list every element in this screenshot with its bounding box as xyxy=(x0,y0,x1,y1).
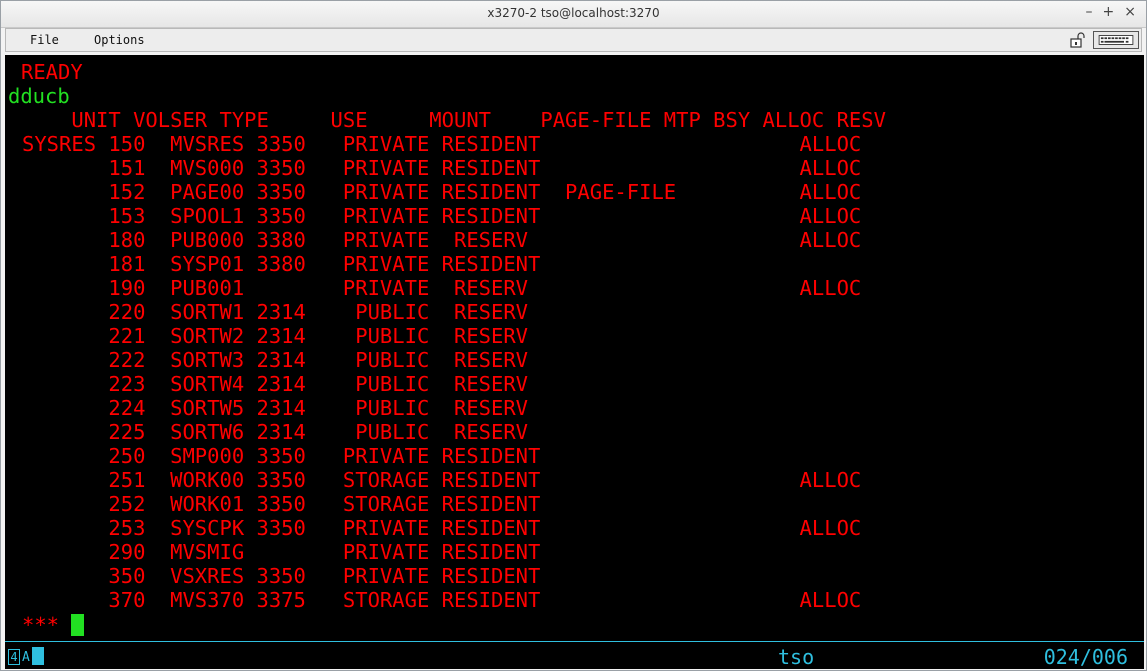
maximize-button[interactable]: + xyxy=(1103,4,1115,20)
terminal-window: x3270-2 tso@localhost:3270 – + × File Op… xyxy=(0,0,1147,671)
text-cursor xyxy=(71,614,85,636)
terminal-screen[interactable]: READY dducb UNIT VOLSER TYPE USE MOUNT P… xyxy=(5,55,1144,669)
connection-indicator: 4 xyxy=(8,649,20,665)
insert-block-icon xyxy=(31,647,44,665)
table-row: 223 SORTW4 2314 PUBLIC RESERV xyxy=(22,372,529,396)
operator-info-area: 4 A tso 024/006 xyxy=(5,644,1144,669)
table-row: 225 SORTW6 2314 PUBLIC RESERV xyxy=(22,420,529,444)
close-button[interactable]: × xyxy=(1124,4,1136,20)
table-row: 224 SORTW5 2314 PUBLIC RESERV xyxy=(22,396,529,420)
table-row: SYSRES 150 MVSRES 3350 PRIVATE RESIDENT … xyxy=(22,132,862,156)
table-row: 190 PUB001 PRIVATE RESERV ALLOC xyxy=(22,276,862,300)
table-row: 222 SORTW3 2314 PUBLIC RESERV xyxy=(22,348,529,372)
status-line: READY xyxy=(21,60,83,84)
menu-file[interactable]: File xyxy=(30,33,59,47)
title-bar[interactable]: x3270-2 tso@localhost:3270 – + × xyxy=(1,1,1146,28)
status-divider xyxy=(5,641,1144,642)
table-row: 290 MVSMIG PRIVATE RESIDENT xyxy=(22,540,541,564)
table-row: 252 WORK01 3350 STORAGE RESIDENT xyxy=(22,492,541,516)
command-line: dducb xyxy=(8,84,70,108)
menu-bar: File Options xyxy=(5,28,1142,52)
table-row: 253 SYSCPK 3350 PRIVATE RESIDENT ALLOC xyxy=(22,516,862,540)
table-row: 251 WORK00 3350 STORAGE RESIDENT ALLOC xyxy=(22,468,862,492)
keypad-icon[interactable] xyxy=(1093,31,1139,49)
table-row: 221 SORTW2 2314 PUBLIC RESERV xyxy=(22,324,529,348)
table-row: 370 MVS370 3375 STORAGE RESIDENT ALLOC xyxy=(22,588,862,612)
table-header: UNIT VOLSER TYPE USE MOUNT PAGE-FILE MTP… xyxy=(22,108,886,132)
session-user: tso xyxy=(778,645,815,669)
lock-indicator: A xyxy=(22,650,30,665)
unlock-icon[interactable] xyxy=(1069,32,1085,48)
window-title: x3270-2 tso@localhost:3270 xyxy=(487,6,660,20)
minimize-button[interactable]: – xyxy=(1086,4,1093,20)
table-row: 153 SPOOL1 3350 PRIVATE RESIDENT ALLOC xyxy=(22,204,862,228)
table-row: 350 VSXRES 3350 PRIVATE RESIDENT xyxy=(22,564,541,588)
table-row: 250 SMP000 3350 PRIVATE RESIDENT xyxy=(22,444,541,468)
table-row: 181 SYSP01 3380 PRIVATE RESIDENT xyxy=(22,252,541,276)
prompt-marker: *** xyxy=(22,613,60,637)
cursor-position: 024/006 xyxy=(1043,645,1128,669)
table-row: 151 MVS000 3350 PRIVATE RESIDENT ALLOC xyxy=(22,156,862,180)
table-row: 152 PAGE00 3350 PRIVATE RESIDENT PAGE-FI… xyxy=(22,180,862,204)
menu-options[interactable]: Options xyxy=(94,33,145,47)
table-row: 180 PUB000 3380 PRIVATE RESERV ALLOC xyxy=(22,228,862,252)
table-row: 220 SORTW1 2314 PUBLIC RESERV xyxy=(22,300,529,324)
input-prompt[interactable]: *** xyxy=(22,613,85,637)
